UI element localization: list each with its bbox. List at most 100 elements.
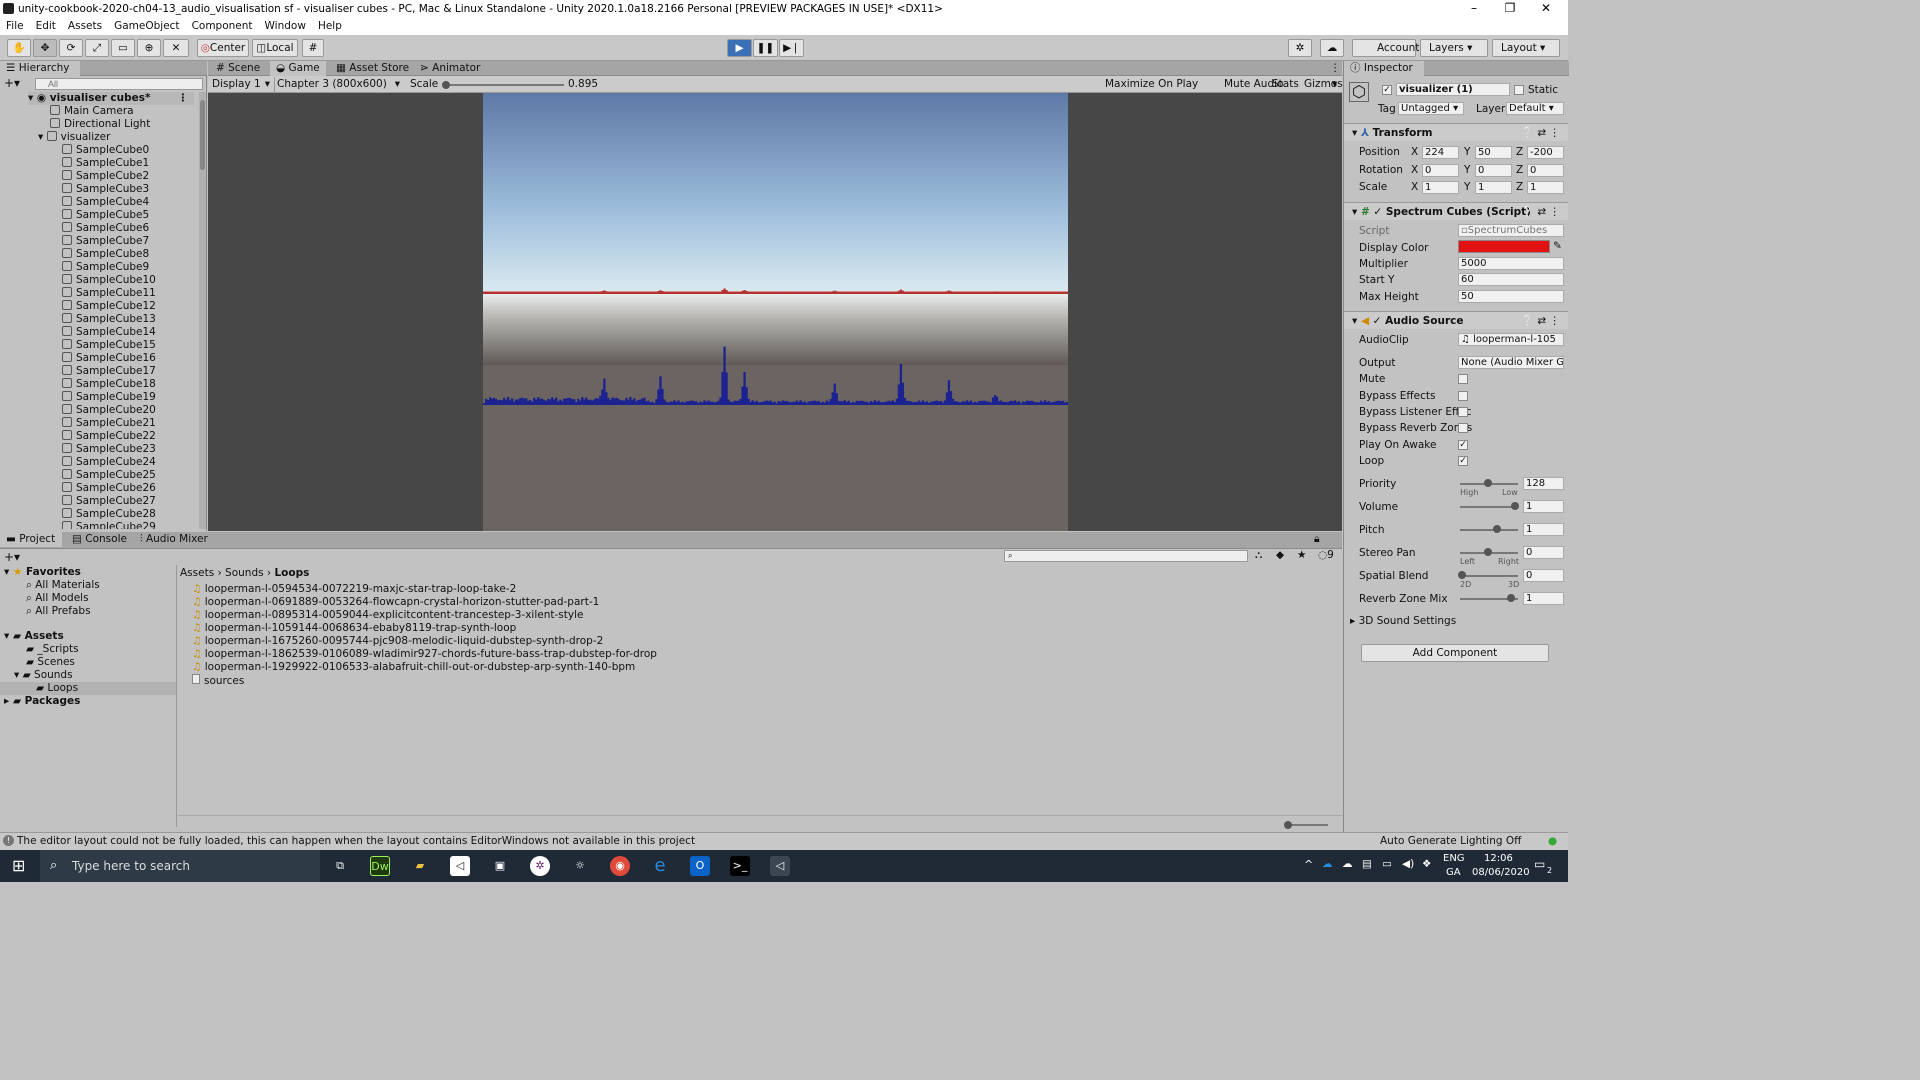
unity-hub-icon[interactable]: ◁ (450, 856, 470, 876)
hierarchy-item-samplecube[interactable]: SampleCube28 (62, 508, 156, 521)
hand-tool-icon[interactable]: ✋ (7, 39, 31, 57)
tab-project[interactable]: ▬ Project (0, 532, 62, 547)
add-component-button[interactable]: Add Component (1361, 644, 1549, 662)
store-icon[interactable]: ▣ (490, 856, 510, 876)
static-label[interactable]: Static (1528, 84, 1558, 96)
rotation-y-field[interactable]: 0 (1475, 164, 1512, 177)
volume-field[interactable]: 1 (1523, 500, 1564, 513)
tree-all-materials[interactable]: ⌕ All Materials (26, 579, 100, 592)
tree-packages[interactable]: ▸ ▰ Packages (4, 695, 80, 708)
tab-hierarchy[interactable]: ☰ Hierarchy (0, 61, 80, 76)
stereo-pan-knob[interactable] (1484, 548, 1492, 556)
game-viewport[interactable] (483, 93, 1068, 531)
hierarchy-item-samplecube[interactable]: SampleCube11 (62, 287, 156, 300)
terminal-icon[interactable]: >_ (730, 856, 750, 876)
position-z-field[interactable]: -200 (1527, 146, 1564, 159)
breadcrumb-loops[interactable]: Loops (274, 567, 309, 579)
script-field[interactable]: ▫SpectrumCubes (1458, 224, 1564, 237)
project-lock-icon[interactable]: 🔒︎ (1308, 532, 1326, 547)
hierarchy-item-samplecube[interactable]: SampleCube22 (62, 430, 156, 443)
priority-knob[interactable] (1484, 479, 1492, 487)
file-explorer-icon[interactable]: ▰ (410, 856, 430, 876)
breadcrumb-sounds[interactable]: Sounds (225, 567, 264, 579)
hierarchy-scrollbar[interactable] (199, 92, 206, 529)
hierarchy-item-samplecube[interactable]: SampleCube25 (62, 469, 156, 482)
position-x-field[interactable]: 224 (1422, 146, 1459, 159)
3d-sound-settings-foldout[interactable]: ▸ 3D Sound Settings (1350, 615, 1456, 627)
tree-assets[interactable]: ▾ ▰ Assets (4, 630, 64, 643)
rotate-tool-icon[interactable]: ⟳ (59, 39, 83, 57)
dreamweaver-icon[interactable]: Dw (370, 856, 390, 876)
tab-game[interactable]: ◒ Game (270, 61, 326, 76)
gizmos-dropdown-icon[interactable]: ▾ (1332, 78, 1337, 90)
tab-scene[interactable]: # Scene (210, 61, 266, 76)
tree-favorites[interactable]: ▾ ★ Favorites (4, 566, 81, 579)
hierarchy-item-samplecube[interactable]: SampleCube27 (62, 495, 156, 508)
slack-icon[interactable]: ✲ (530, 856, 550, 876)
lighting-status[interactable]: Auto Generate Lighting Off (1380, 835, 1521, 847)
spatial-blend-slider[interactable] (1460, 575, 1518, 577)
scale-tool-icon[interactable]: ⤢ (85, 39, 109, 57)
outlook-icon[interactable]: O (690, 856, 710, 876)
reverb-zone-mix-field[interactable]: 1 (1523, 592, 1564, 605)
transform-tool-icon[interactable]: ⊕ (137, 39, 161, 57)
task-view-icon[interactable]: ⧉ (330, 856, 350, 876)
cloud-tray-icon[interactable]: ☁ (1342, 858, 1353, 870)
static-checkbox[interactable] (1514, 85, 1524, 95)
clock-date[interactable]: 08/06/2020 (1472, 867, 1530, 878)
move-tool-icon[interactable]: ✥ (33, 39, 57, 57)
tree-sounds[interactable]: ▾ ▰ Sounds (14, 669, 73, 682)
favorite-star-icon[interactable]: ★ (1297, 549, 1306, 561)
edge-icon[interactable]: e (650, 856, 670, 876)
taskbar-search[interactable]: ⌕ Type here to search (40, 850, 320, 882)
file-item-audio[interactable]: ♫ looperman-l-1929922-0106533-alabafruit… (192, 661, 635, 674)
scale-slider-knob[interactable] (442, 81, 450, 89)
hierarchy-item-samplecube[interactable]: SampleCube19 (62, 391, 156, 404)
hierarchy-item-samplecube[interactable]: SampleCube0 (62, 144, 149, 157)
max-height-field[interactable]: 50 (1458, 290, 1564, 303)
play-button[interactable]: ▶ (727, 39, 752, 57)
status-message[interactable]: The editor layout could not be fully loa… (17, 835, 695, 847)
scale-y-field[interactable]: 1 (1475, 181, 1512, 194)
hierarchy-item-samplecube[interactable]: SampleCube7 (62, 235, 149, 248)
pivot-center-button[interactable]: ◎Center (197, 39, 249, 57)
volume-slider[interactable] (1460, 506, 1518, 508)
hierarchy-item-samplecube[interactable]: SampleCube29 (62, 521, 156, 529)
tree-all-models[interactable]: ⌕ All Models (26, 592, 89, 605)
menu-assets[interactable]: Assets (62, 18, 108, 35)
hierarchy-item-samplecube[interactable]: SampleCube23 (62, 443, 156, 456)
bypass-reverb-checkbox[interactable] (1458, 423, 1468, 433)
notification-icon[interactable]: ▭ (1534, 857, 1545, 871)
audioclip-field[interactable]: ♫ looperman-l-105 (1458, 333, 1564, 346)
breadcrumb-assets[interactable]: Assets (180, 567, 214, 579)
menu-edit[interactable]: Edit (30, 18, 62, 35)
filter-label-icon[interactable]: ◆ (1276, 549, 1284, 561)
transform-header[interactable]: ▾ ⅄ Transform ❔ ⇄ ⋮ (1344, 123, 1568, 141)
chrome-icon[interactable]: ◉ (610, 856, 630, 876)
stereo-pan-field[interactable]: 0 (1523, 546, 1564, 559)
hierarchy-item-samplecube[interactable]: SampleCube12 (62, 300, 156, 313)
hierarchy-item-samplecube[interactable]: SampleCube5 (62, 209, 149, 222)
object-name-field[interactable]: visualizer (1) (1396, 83, 1510, 96)
eyedropper-icon[interactable]: ✎ (1553, 240, 1562, 252)
volume-icon[interactable]: ◀) (1402, 858, 1414, 870)
hierarchy-item-samplecube[interactable]: SampleCube24 (62, 456, 156, 469)
collab-icon[interactable]: ✲ (1288, 39, 1312, 57)
file-item-sources[interactable]: sources (192, 674, 244, 687)
tab-animator[interactable]: ⋗ Animator (414, 61, 486, 76)
hierarchy-item-samplecube[interactable]: SampleCube1 (62, 157, 149, 170)
hierarchy-item-directional-light[interactable]: Directional Light (50, 118, 150, 131)
hierarchy-item-samplecube[interactable]: SampleCube6 (62, 222, 149, 235)
dropbox-icon[interactable]: ❖ (1422, 858, 1431, 870)
spatial-blend-knob[interactable] (1458, 571, 1466, 579)
tab-asset-store[interactable]: ▦ Asset Store (330, 61, 415, 76)
menu-component[interactable]: Component (186, 18, 259, 35)
tray-chevron-icon[interactable]: ^ (1304, 858, 1313, 871)
onedrive-icon[interactable]: ☁ (1322, 858, 1333, 870)
file-item-audio[interactable]: ♫ looperman-l-1675260-0095744-pjc908-mel… (192, 635, 603, 648)
network-icon[interactable]: ▭ (1382, 858, 1392, 870)
file-item-audio[interactable]: ♫ looperman-l-0895314-0059044-explicitco… (192, 609, 583, 622)
hierarchy-item-samplecube[interactable]: SampleCube9 (62, 261, 149, 274)
icon-size-knob[interactable] (1284, 821, 1292, 829)
scene-root[interactable]: ▾ ◉ visualiser cubes* ⋮ (28, 92, 194, 105)
